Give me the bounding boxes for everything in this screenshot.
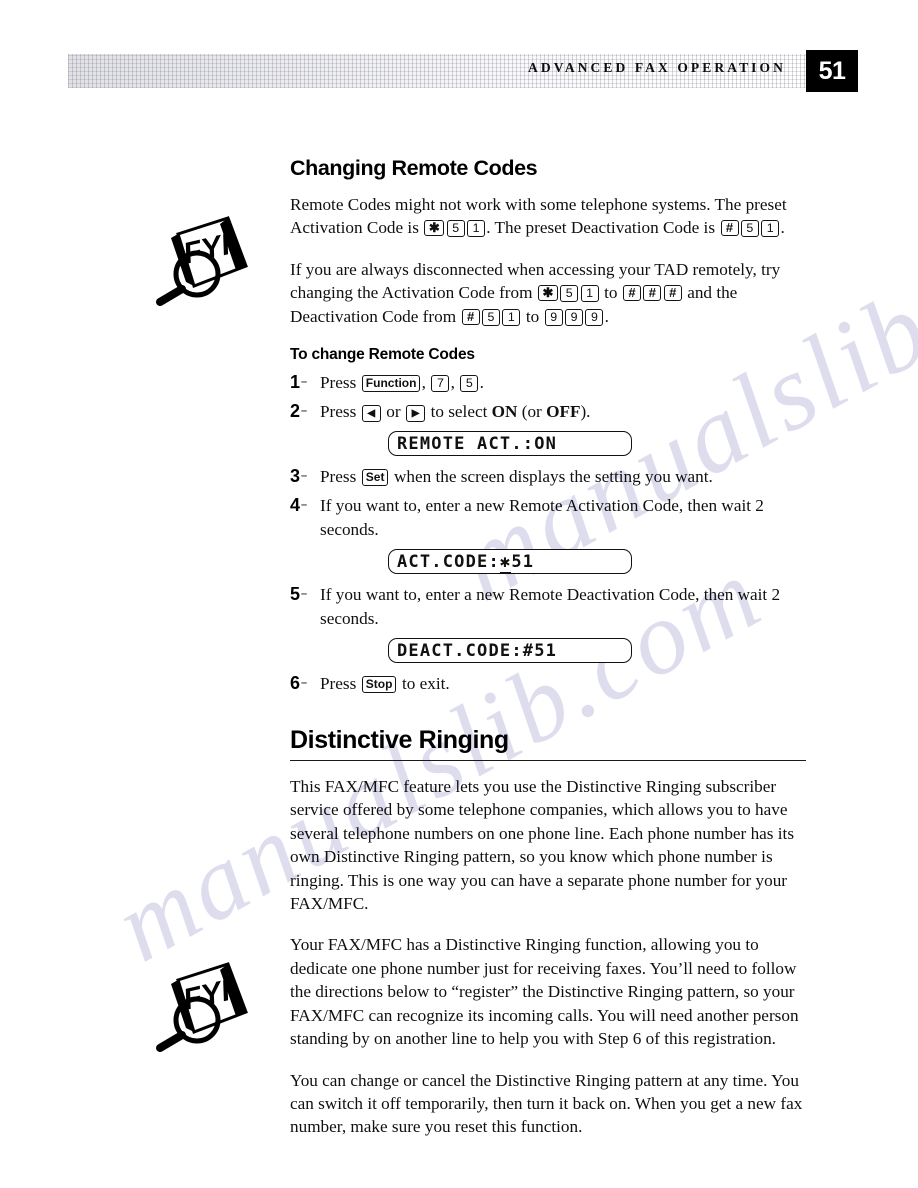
step-3: 3 Press Set when the screen displays the… xyxy=(290,465,806,489)
text-run: Press xyxy=(320,467,361,487)
key-hash: # xyxy=(663,285,682,302)
section-heading-changing-remote-codes: Changing Remote Codes xyxy=(290,156,538,180)
key-one: 1 xyxy=(580,285,599,303)
step-number: 6 xyxy=(290,671,307,695)
key-five: 5 xyxy=(460,375,479,393)
document-body: Changing Remote Codes Remote Codes might… xyxy=(290,156,806,1157)
procedure-steps: 1 Press Function, 7, 5. 2 Press ◀ or ▶ t… xyxy=(290,371,806,696)
key-right-arrow: ▶ xyxy=(406,405,426,423)
paragraph-dr-change-cancel: You can change or cancel the Distinctive… xyxy=(290,1070,803,1137)
step-number: 1 xyxy=(290,370,307,394)
step-6: 6 Press Stop to exit. xyxy=(290,672,806,696)
lcd-row-act-code: ACT.CODE:✱51 xyxy=(290,549,806,575)
text-run: , xyxy=(421,373,431,393)
text-run: to xyxy=(599,283,622,303)
page-number-badge: 51 xyxy=(806,50,858,92)
key-five: 5 xyxy=(446,220,465,238)
fyi-icon: FYI xyxy=(156,216,248,306)
key-left-arrow: ◀ xyxy=(361,405,381,423)
key-hash: # xyxy=(622,285,641,302)
text-run: to xyxy=(521,306,544,326)
key-nine: 9 xyxy=(565,308,584,326)
lcd-text: 51 xyxy=(511,551,535,572)
key-five: 5 xyxy=(560,285,579,303)
key-hash: # xyxy=(720,220,739,237)
text-run: (or xyxy=(517,402,547,422)
option-off: OFF xyxy=(546,402,581,422)
step-2: 2 Press ◀ or ▶ to select ON (or OFF). xyxy=(290,400,806,424)
lcd-display-act-code: ACT.CODE:✱51 xyxy=(388,549,632,575)
step-4: 4 If you want to, enter a new Remote Act… xyxy=(290,494,806,542)
key-nine: 9 xyxy=(585,308,604,326)
key-star: ✱ xyxy=(537,285,558,302)
text-run: to select xyxy=(426,402,492,422)
option-on: ON xyxy=(491,402,518,422)
step-5: 5 If you want to, enter a new Remote Dea… xyxy=(290,583,806,631)
text-run: Press xyxy=(320,674,361,694)
step-number: 4 xyxy=(290,493,307,517)
lcd-text: ACT.CODE: xyxy=(397,551,500,572)
lcd-cursor-char: ✱ xyxy=(499,551,512,574)
text-run: If you want to, enter a new Remote Deact… xyxy=(320,585,781,629)
key-hash: # xyxy=(461,308,480,325)
step-number: 5 xyxy=(290,582,307,606)
lcd-row-deact-code: DEACT.CODE:#51 xyxy=(290,638,806,664)
key-seven: 7 xyxy=(431,375,450,393)
text-run: , xyxy=(450,373,460,393)
section-heading-distinctive-ringing: Distinctive Ringing xyxy=(290,726,806,762)
paragraph-preset-codes: Remote Codes might not work with some te… xyxy=(290,193,806,240)
text-run: If you want to, enter a new Remote Activ… xyxy=(320,496,764,540)
step-number: 2 xyxy=(290,399,307,423)
key-function: Function xyxy=(361,375,421,393)
text-run: ). xyxy=(580,402,591,422)
key-nine: 9 xyxy=(544,308,563,326)
text-run: Press xyxy=(320,373,361,393)
lcd-display-deact-code: DEACT.CODE:#51 xyxy=(388,638,632,664)
text-run: . xyxy=(780,218,785,238)
text-run: . xyxy=(604,306,609,326)
text-run: . The preset Deactivation Code is xyxy=(486,218,720,238)
lcd-display-remote-act: REMOTE ACT.:ON xyxy=(388,431,632,457)
lcd-text: DEACT.CODE:#51 xyxy=(397,640,558,661)
lcd-text: REMOTE ACT.:ON xyxy=(397,433,558,454)
key-stop: Stop xyxy=(361,676,397,694)
procedure-title: To change Remote Codes xyxy=(290,346,475,364)
paragraph-dr-overview: This FAX/MFC feature lets you use the Di… xyxy=(290,777,795,914)
header-title: ADVANCED FAX OPERATION xyxy=(528,60,786,75)
text-run: to exit. xyxy=(397,674,450,694)
step-1: 1 Press Function, 7, 5. xyxy=(290,371,806,395)
paragraph-change-codes-tip: If you are always disconnected when acce… xyxy=(290,258,806,328)
key-five: 5 xyxy=(481,308,500,326)
text-run: . xyxy=(479,373,484,393)
text-run: or xyxy=(381,402,405,422)
key-hash: # xyxy=(643,285,662,302)
key-set: Set xyxy=(361,469,389,487)
step-number: 3 xyxy=(290,464,307,488)
key-five: 5 xyxy=(740,220,759,238)
lcd-row-remote-act: REMOTE ACT.:ON xyxy=(290,431,806,457)
fyi-icon: FYI xyxy=(156,962,248,1052)
page-number: 51 xyxy=(818,57,846,85)
key-one: 1 xyxy=(502,308,521,326)
text-run: when the screen displays the setting you… xyxy=(389,467,713,487)
paragraph-dr-function: Your FAX/MFC has a Distinctive Ringing f… xyxy=(290,935,799,1049)
key-one: 1 xyxy=(467,220,486,238)
key-one: 1 xyxy=(761,220,780,238)
page-header: ADVANCED FAX OPERATION 51 xyxy=(68,50,858,92)
text-run: Press xyxy=(320,402,361,422)
key-star: ✱ xyxy=(424,220,445,237)
